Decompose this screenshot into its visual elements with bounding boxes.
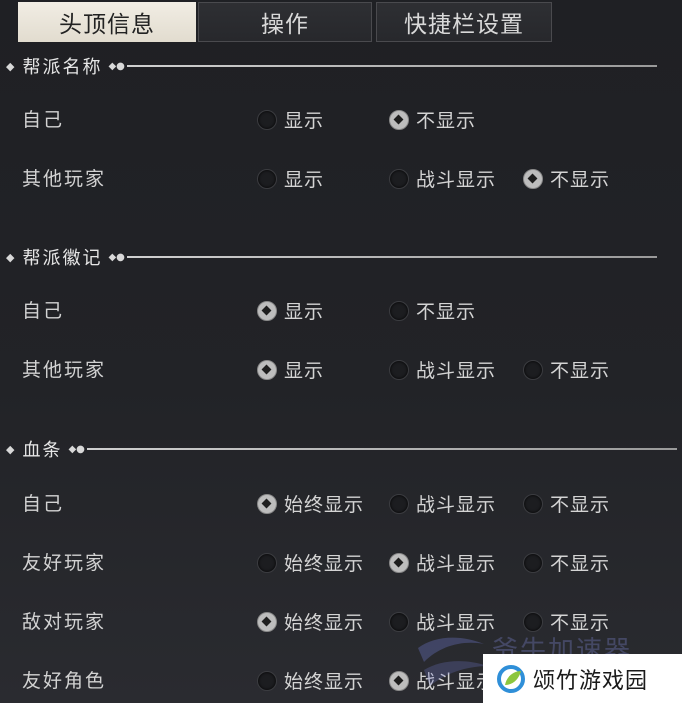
radio-option[interactable]: 显示 — [257, 106, 324, 133]
setting-row: 其他玩家 显示 战斗显示 不显示 — [0, 350, 682, 384]
radio-option[interactable]: 不显示 — [389, 106, 476, 133]
radio-option-label: 不显示 — [416, 110, 477, 132]
tab-label: 头顶信息 — [59, 12, 155, 38]
radio-unchecked-icon[interactable] — [257, 168, 277, 189]
section-divider — [126, 65, 657, 67]
radio-option-label: 战斗显示 — [416, 494, 497, 516]
radio-option[interactable]: 始终显示 — [257, 608, 364, 635]
radio-checked-icon[interactable] — [389, 552, 409, 573]
radio-option[interactable]: 不显示 — [523, 549, 610, 576]
diamond-dot-ornament-icon: ◆● — [68, 443, 85, 455]
diamond-ornament-icon: ◆ — [6, 59, 15, 73]
section-title: 帮派徽记 — [22, 248, 103, 269]
radio-unchecked-icon[interactable] — [523, 552, 543, 573]
diamond-ornament-icon: ◆ — [6, 442, 15, 456]
radio-option[interactable]: 战斗显示 — [389, 356, 496, 383]
setting-row-label: 其他玩家 — [22, 168, 107, 190]
setting-row: 自己 显示 不显示 — [0, 291, 682, 325]
brand-text: 颂竹游戏园 — [533, 668, 649, 694]
radio-option[interactable]: 显示 — [257, 297, 324, 324]
radio-option[interactable]: 始终显示 — [257, 667, 364, 694]
radio-unchecked-icon[interactable] — [257, 670, 277, 691]
radio-checked-icon[interactable] — [389, 670, 409, 691]
brand-watermark: 颂竹游戏园 — [483, 654, 682, 703]
setting-row-label: 友好角色 — [22, 670, 107, 692]
radio-option-label: 显示 — [284, 301, 325, 323]
section-header: ◆ 帮派徽记 ◆● — [0, 245, 682, 269]
radio-option[interactable]: 战斗显示 — [389, 490, 496, 517]
diamond-ornament-icon: ◆ — [6, 250, 15, 264]
radio-option-label: 始终显示 — [284, 612, 365, 634]
section-title: 帮派名称 — [22, 57, 103, 78]
radio-unchecked-icon[interactable] — [523, 359, 543, 380]
radio-option-label: 不显示 — [550, 169, 611, 191]
watermark-swoosh-icon — [418, 637, 488, 686]
radio-option-label: 始终显示 — [284, 671, 365, 693]
tab-label: 快捷栏设置 — [404, 12, 524, 38]
radio-unchecked-icon[interactable] — [389, 359, 409, 380]
section-divider — [126, 256, 657, 258]
radio-option-label: 始终显示 — [284, 494, 365, 516]
radio-unchecked-icon[interactable] — [389, 493, 409, 514]
radio-option-label: 战斗显示 — [416, 553, 497, 575]
tab-bar: 头顶信息 操作 快捷栏设置 — [0, 0, 682, 44]
radio-unchecked-icon[interactable] — [389, 168, 409, 189]
setting-row-label: 自己 — [22, 109, 65, 131]
radio-option-label: 不显示 — [416, 301, 477, 323]
radio-checked-icon[interactable] — [257, 611, 277, 632]
radio-checked-icon[interactable] — [257, 300, 277, 321]
tab-overhead-info[interactable]: 头顶信息 — [18, 2, 196, 42]
radio-unchecked-icon[interactable] — [257, 552, 277, 573]
tab-label: 操作 — [261, 12, 309, 38]
radio-option[interactable]: 始终显示 — [257, 490, 364, 517]
radio-option-label: 显示 — [284, 169, 325, 191]
setting-row: 其他玩家 显示 战斗显示 不显示 — [0, 159, 682, 193]
radio-unchecked-icon[interactable] — [523, 611, 543, 632]
radio-unchecked-icon[interactable] — [389, 611, 409, 632]
radio-option-label: 不显示 — [550, 553, 611, 575]
radio-option-label: 不显示 — [550, 494, 611, 516]
radio-option[interactable]: 战斗显示 — [389, 165, 496, 192]
setting-row-label: 友好玩家 — [22, 552, 107, 574]
radio-option[interactable]: 始终显示 — [257, 549, 364, 576]
radio-option[interactable]: 不显示 — [523, 356, 610, 383]
radio-option[interactable]: 显示 — [257, 165, 324, 192]
radio-option-label: 始终显示 — [284, 553, 365, 575]
diamond-dot-ornament-icon: ◆● — [108, 251, 125, 263]
radio-option-label: 不显示 — [550, 360, 611, 382]
setting-row: 自己 显示 不显示 — [0, 100, 682, 134]
brand-leaf-icon — [497, 664, 525, 693]
radio-unchecked-icon[interactable] — [389, 300, 409, 321]
radio-option[interactable]: 不显示 — [389, 297, 476, 324]
diamond-dot-ornament-icon: ◆● — [108, 60, 125, 72]
section-divider — [86, 448, 677, 450]
radio-unchecked-icon[interactable] — [257, 109, 277, 130]
radio-option[interactable]: 不显示 — [523, 165, 610, 192]
radio-option-label: 显示 — [284, 110, 325, 132]
tab-hotbar-settings[interactable]: 快捷栏设置 — [376, 2, 552, 42]
setting-row: 自己 始终显示 战斗显示 不显示 — [0, 484, 682, 518]
setting-row-label: 敌对玩家 — [22, 611, 107, 633]
radio-option[interactable]: 战斗显示 — [389, 549, 496, 576]
radio-option[interactable]: 不显示 — [523, 490, 610, 517]
setting-row-label: 自己 — [22, 300, 65, 322]
radio-checked-icon[interactable] — [257, 493, 277, 514]
radio-unchecked-icon[interactable] — [523, 493, 543, 514]
tab-operation[interactable]: 操作 — [198, 2, 372, 42]
radio-checked-icon[interactable] — [389, 109, 409, 130]
radio-checked-icon[interactable] — [523, 168, 543, 189]
section-title: 血条 — [22, 440, 63, 461]
radio-option-label: 显示 — [284, 360, 325, 382]
section-header: ◆ 帮派名称 ◆● — [0, 54, 682, 78]
radio-option[interactable]: 显示 — [257, 356, 324, 383]
setting-row: 友好玩家 始终显示 战斗显示 不显示 — [0, 543, 682, 577]
radio-checked-icon[interactable] — [257, 359, 277, 380]
setting-row-label: 自己 — [22, 493, 65, 515]
radio-option-label: 战斗显示 — [416, 360, 497, 382]
radio-option-label: 战斗显示 — [416, 169, 497, 191]
section-header: ◆ 血条 ◆● — [0, 437, 682, 461]
setting-row-label: 其他玩家 — [22, 359, 107, 381]
